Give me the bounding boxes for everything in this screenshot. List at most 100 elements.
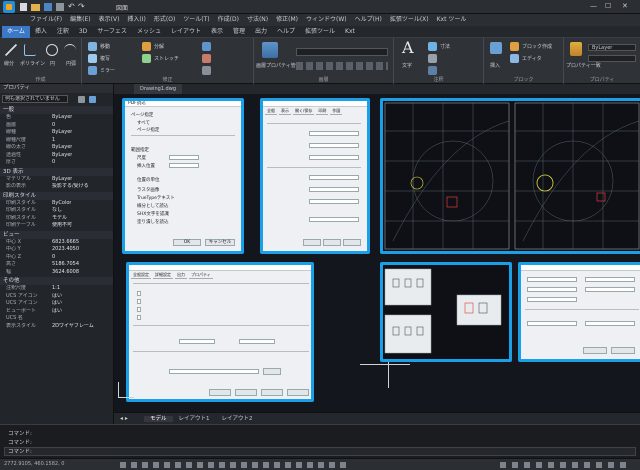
export-help-button[interactable] bbox=[261, 389, 283, 396]
ribbon-tab[interactable]: サーフェス bbox=[92, 26, 132, 38]
app-logo-icon[interactable] bbox=[3, 1, 15, 13]
block-editor-button[interactable]: エディタ bbox=[522, 55, 542, 62]
thumbnail-settings-dialog[interactable]: 全般 表示 開く/保存 印刷 作図 bbox=[260, 98, 370, 254]
copy-button[interactable]: 複写 bbox=[100, 55, 110, 62]
ribbon-tab[interactable]: ヘルプ bbox=[272, 26, 300, 38]
settings-cancel-button[interactable] bbox=[323, 239, 341, 246]
settings-ok-button[interactable] bbox=[303, 239, 321, 246]
thumbnail-export-dialog[interactable]: 全般設定 詳細設定 出力 プロパティ bbox=[126, 262, 314, 402]
layout-tab[interactable]: レイアウト2 bbox=[216, 416, 259, 422]
ribbon-tab[interactable]: 拡張ツール bbox=[300, 26, 340, 38]
create-block-button[interactable]: ブロック作成 bbox=[522, 43, 552, 50]
ribbon-tab[interactable]: ホーム bbox=[2, 26, 30, 38]
menu-item[interactable]: ヘルプ(H) bbox=[351, 14, 386, 26]
settings-field-4[interactable] bbox=[309, 175, 359, 180]
block-editor-icon[interactable] bbox=[510, 54, 519, 63]
selection-dropdown[interactable]: 何も選択されていません bbox=[2, 95, 68, 103]
option-shx[interactable]: SHX文字を認識 bbox=[137, 211, 169, 217]
layout-nav-icon[interactable]: ◂ ▸ bbox=[120, 415, 128, 422]
options-field-5[interactable] bbox=[585, 287, 635, 292]
property-row[interactable]: 色 ByLayer bbox=[0, 114, 113, 122]
menu-item[interactable]: 修正(M) bbox=[272, 14, 302, 26]
property-row[interactable]: 印刷スタイル モデル bbox=[0, 215, 113, 223]
menu-item[interactable]: ツール(T) bbox=[179, 14, 213, 26]
rotate-icon[interactable] bbox=[202, 42, 211, 51]
property-row[interactable]: 印刷スタイル なし bbox=[0, 207, 113, 215]
ok-button[interactable]: OK bbox=[173, 239, 201, 246]
property-row[interactable]: UCS 名 bbox=[0, 315, 113, 323]
export-ok-button[interactable] bbox=[209, 389, 231, 396]
property-row[interactable]: UCS アイコン はい bbox=[0, 300, 113, 308]
property-section-header[interactable]: ビュー bbox=[0, 230, 113, 239]
property-row[interactable]: 中心 X 6823.6665 bbox=[0, 239, 113, 247]
close-icon[interactable]: ✕ bbox=[622, 2, 628, 10]
circle-button[interactable]: 円 bbox=[50, 60, 55, 67]
layer-properties-icon[interactable] bbox=[262, 42, 278, 58]
options-field-2[interactable] bbox=[527, 287, 577, 292]
dialog-tab[interactable]: 開く/保存 bbox=[293, 108, 315, 115]
export-cancel-button[interactable] bbox=[235, 389, 257, 396]
options-field-6[interactable] bbox=[527, 321, 577, 326]
property-row[interactable]: 注釈尺度 1:1 bbox=[0, 285, 113, 293]
property-section-header[interactable]: その他 bbox=[0, 277, 113, 285]
circle-icon[interactable] bbox=[46, 44, 58, 56]
linetype-dropdown[interactable] bbox=[588, 55, 636, 62]
thumbnail-cad-drawing[interactable] bbox=[380, 98, 640, 254]
dialog-tab[interactable]: 詳細設定 bbox=[153, 272, 173, 279]
property-row[interactable]: 画層 0 bbox=[0, 122, 113, 130]
property-row[interactable]: 表示スタイル 2Dワイヤフレーム bbox=[0, 323, 113, 331]
export-path-field[interactable] bbox=[169, 369, 259, 374]
polyline-icon[interactable] bbox=[24, 44, 36, 56]
options-field-1[interactable] bbox=[527, 277, 577, 282]
export-field-2[interactable] bbox=[239, 339, 275, 344]
move-button[interactable]: 移動 bbox=[100, 43, 110, 50]
copy-icon[interactable] bbox=[88, 54, 97, 63]
mirror-icon[interactable] bbox=[88, 66, 97, 75]
settings-field-2[interactable] bbox=[309, 143, 359, 148]
settings-field-7[interactable] bbox=[309, 217, 359, 222]
match-properties-button[interactable]: プロパティ一致 bbox=[566, 62, 601, 69]
ribbon-tab[interactable]: 管理 bbox=[228, 26, 250, 38]
dialog-tab[interactable]: 作図 bbox=[330, 108, 343, 115]
thumbnail-options-dialog[interactable] bbox=[518, 262, 640, 362]
scale-field[interactable] bbox=[169, 155, 199, 160]
property-row[interactable]: 線種 ByLayer bbox=[0, 129, 113, 137]
radio-range[interactable]: ページ指定 bbox=[137, 127, 159, 133]
property-row[interactable]: UCS アイコン はい bbox=[0, 293, 113, 301]
property-row[interactable]: 中心 Y 2023.4050 bbox=[0, 246, 113, 254]
print-icon[interactable] bbox=[56, 3, 64, 11]
quick-select-icon[interactable] bbox=[78, 95, 85, 103]
menu-item[interactable]: ファイル(F) bbox=[26, 14, 66, 26]
export-option-2[interactable] bbox=[137, 299, 141, 304]
menu-item[interactable]: 形式(O) bbox=[150, 14, 179, 26]
property-row[interactable]: 線種尺度 1 bbox=[0, 137, 113, 145]
property-section-header[interactable]: 一般 bbox=[0, 106, 113, 114]
arc-button[interactable]: 円弧 bbox=[66, 60, 76, 67]
line-icon[interactable] bbox=[5, 44, 17, 56]
ribbon-tab[interactable]: 挿入 bbox=[30, 26, 52, 38]
browse-button[interactable] bbox=[263, 368, 281, 375]
property-row[interactable]: ビューポート はい bbox=[0, 308, 113, 316]
minimize-icon[interactable]: — bbox=[590, 2, 597, 10]
insert-block-icon[interactable] bbox=[490, 42, 502, 54]
save-icon[interactable] bbox=[44, 3, 52, 11]
property-row[interactable]: 印刷テーブル 使用不可 bbox=[0, 222, 113, 230]
status-tools[interactable] bbox=[500, 462, 630, 468]
dimension-icon[interactable] bbox=[428, 42, 437, 51]
table-icon[interactable] bbox=[428, 66, 437, 75]
settings-field-5[interactable] bbox=[309, 187, 359, 192]
export-apply-button[interactable] bbox=[287, 389, 309, 396]
layer-dropdown[interactable] bbox=[296, 48, 388, 56]
option-lines[interactable]: 線分として読込 bbox=[137, 203, 168, 209]
settings-field-3[interactable] bbox=[309, 155, 359, 160]
settings-field-6[interactable] bbox=[309, 199, 359, 204]
option-truetype[interactable]: TrueTypeテキスト bbox=[137, 195, 175, 201]
options-field-7[interactable] bbox=[585, 321, 635, 326]
menu-item[interactable]: ウィンドウ(W) bbox=[302, 14, 351, 26]
dimension-button[interactable]: 寸法 bbox=[440, 43, 450, 50]
text-icon[interactable]: A bbox=[402, 38, 414, 57]
property-row[interactable]: 線の太さ ByLayer bbox=[0, 144, 113, 152]
menu-item[interactable]: 作成(D) bbox=[214, 14, 243, 26]
mirror-button[interactable]: ミラー bbox=[100, 67, 115, 74]
cancel-button[interactable]: キャンセル bbox=[205, 239, 235, 246]
